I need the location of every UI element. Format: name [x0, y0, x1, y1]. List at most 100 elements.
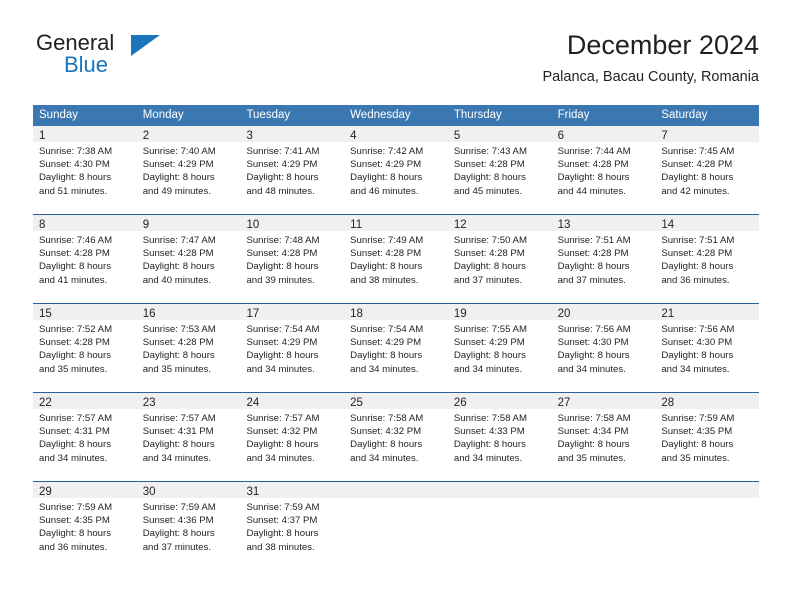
day-cell[interactable]: 26 Sunrise: 7:58 AM Sunset: 4:33 PM Dayligh…: [447, 393, 552, 481]
sunset-text: Sunset: 4:28 PM: [142, 337, 214, 349]
day-cell[interactable]: 22 Sunrise: 7:57 AM Sunset: 4:31 PM Dayligh…: [33, 393, 137, 481]
day-cell[interactable]: 20 Sunrise: 7:56 AM Sunset: 4:30 PM Dayligh…: [551, 304, 656, 392]
day-info: Sunrise: 7:40 AM Sunset: 4:29 PM Daylight:…: [137, 142, 241, 198]
daylight-text-line2: and 34 minutes.: [246, 452, 315, 464]
daylight-text-line2: and 35 minutes.: [661, 452, 730, 464]
day-cell[interactable]: 24 Sunrise: 7:57 AM Sunset: 4:32 PM Dayligh…: [240, 393, 345, 481]
day-number-band: 16: [136, 304, 241, 320]
day-cell[interactable]: 5 Sunrise: 7:43 AM Sunset: 4:28 PM Daylight…: [447, 126, 552, 214]
day-cell[interactable]: 8 Sunrise: 7:46 AM Sunset: 4:28 PM Daylight…: [33, 215, 137, 303]
daylight-text-line1: Daylight: 8 hours: [661, 439, 734, 451]
day-cell[interactable]: 17 Sunrise: 7:54 AM Sunset: 4:29 PM Dayligh…: [240, 304, 345, 392]
sunrise-text: Sunrise: 7:42 AM: [350, 146, 424, 157]
week-row: 1 Sunrise: 7:38 AM Sunset: 4:30 PM Daylight…: [33, 126, 760, 214]
day-info: Sunrise: 7:49 AM Sunset: 4:28 PM Daylight:…: [344, 231, 448, 287]
day-number: 13: [557, 219, 571, 231]
daylight-text-line2: and 40 minutes.: [142, 274, 211, 286]
day-cell[interactable]: 16 Sunrise: 7:53 AM Sunset: 4:28 PM Dayligh…: [136, 304, 241, 392]
day-number: 31: [246, 486, 260, 498]
sunset-text: Sunset: 4:30 PM: [557, 337, 629, 349]
day-cell-empty: [655, 482, 760, 570]
day-number-band: 25: [344, 393, 448, 409]
day-cell[interactable]: 11 Sunrise: 7:49 AM Sunset: 4:28 PM Dayligh…: [344, 215, 448, 303]
day-number: 28: [661, 397, 675, 409]
day-cell[interactable]: 14 Sunrise: 7:51 AM Sunset: 4:28 PM Dayligh…: [655, 215, 760, 303]
day-cell[interactable]: 15 Sunrise: 7:52 AM Sunset: 4:28 PM Dayligh…: [33, 304, 137, 392]
calendar-page: General Blue December 2024 Palanca, Baca…: [0, 0, 792, 612]
sunrise-text: Sunrise: 7:52 AM: [39, 324, 113, 335]
day-cell[interactable]: 3 Sunrise: 7:41 AM Sunset: 4:29 PM Daylight…: [240, 126, 345, 214]
daylight-text-line1: Daylight: 8 hours: [557, 261, 630, 273]
day-cell[interactable]: 12 Sunrise: 7:50 AM Sunset: 4:28 PM Dayligh…: [447, 215, 552, 303]
day-cell[interactable]: 30 Sunrise: 7:59 AM Sunset: 4:36 PM Dayligh…: [136, 482, 241, 570]
day-number: 6: [557, 130, 564, 142]
day-cell[interactable]: 10 Sunrise: 7:48 AM Sunset: 4:28 PM Dayligh…: [240, 215, 345, 303]
sunrise-text: Sunrise: 7:43 AM: [453, 146, 527, 157]
daylight-text-line2: and 35 minutes.: [142, 363, 211, 375]
day-cell[interactable]: 19 Sunrise: 7:55 AM Sunset: 4:29 PM Dayligh…: [447, 304, 552, 392]
sunrise-text: Sunrise: 7:44 AM: [557, 146, 631, 157]
daylight-text-line2: and 34 minutes.: [661, 363, 730, 375]
daylight-text-line1: Daylight: 8 hours: [39, 528, 111, 540]
day-cell[interactable]: 4 Sunrise: 7:42 AM Sunset: 4:29 PM Daylight…: [344, 126, 448, 214]
day-info: Sunrise: 7:38 AM Sunset: 4:30 PM Daylight:…: [33, 142, 137, 198]
brand-logo[interactable]: General Blue: [33, 28, 263, 88]
sunrise-text: Sunrise: 7:41 AM: [246, 146, 320, 157]
day-number: 24: [246, 397, 260, 409]
daylight-text-line1: Daylight: 8 hours: [350, 261, 423, 273]
day-cell[interactable]: 27 Sunrise: 7:58 AM Sunset: 4:34 PM Dayligh…: [551, 393, 656, 481]
daylight-text-line2: and 41 minutes.: [39, 274, 108, 286]
day-cell[interactable]: 25 Sunrise: 7:58 AM Sunset: 4:32 PM Dayligh…: [344, 393, 448, 481]
day-number-band: [655, 482, 760, 498]
day-cell[interactable]: 1 Sunrise: 7:38 AM Sunset: 4:30 PM Daylight…: [33, 126, 137, 214]
day-cell[interactable]: 9 Sunrise: 7:47 AM Sunset: 4:28 PM Daylight…: [136, 215, 241, 303]
day-cell[interactable]: 13 Sunrise: 7:51 AM Sunset: 4:28 PM Dayligh…: [551, 215, 656, 303]
day-number-band: 21: [655, 304, 760, 320]
sunset-text: Sunset: 4:29 PM: [453, 337, 525, 349]
daylight-text-line1: Daylight: 8 hours: [350, 350, 423, 362]
day-info: Sunrise: 7:59 AM Sunset: 4:37 PM Daylight:…: [240, 498, 344, 554]
day-cell[interactable]: 18 Sunrise: 7:54 AM Sunset: 4:29 PM Dayligh…: [344, 304, 448, 392]
day-info: Sunrise: 7:47 AM Sunset: 4:28 PM Daylight:…: [137, 231, 241, 287]
day-number-band: 15: [33, 304, 137, 320]
daylight-text-line2: and 37 minutes.: [557, 274, 626, 286]
daylight-text-line2: and 45 minutes.: [453, 185, 523, 197]
daylight-text-line2: and 37 minutes.: [453, 274, 523, 286]
daylight-text-line2: and 49 minutes.: [142, 185, 211, 197]
day-number: 30: [142, 486, 156, 498]
day-number: 3: [246, 130, 253, 142]
day-cell[interactable]: 29 Sunrise: 7:59 AM Sunset: 4:35 PM Dayligh…: [33, 482, 137, 570]
daylight-text-line1: Daylight: 8 hours: [246, 172, 319, 184]
day-info: Sunrise: 7:58 AM Sunset: 4:34 PM Daylight:…: [552, 409, 656, 465]
sunrise-text: Sunrise: 7:59 AM: [661, 413, 735, 424]
day-cell[interactable]: 21 Sunrise: 7:56 AM Sunset: 4:30 PM Dayligh…: [655, 304, 760, 392]
day-number-band: 18: [344, 304, 448, 320]
day-number-band: 22: [33, 393, 137, 409]
sunset-text: Sunset: 4:28 PM: [39, 337, 110, 349]
day-cell[interactable]: 2 Sunrise: 7:40 AM Sunset: 4:29 PM Daylight…: [136, 126, 241, 214]
sunrise-text: Sunrise: 7:59 AM: [246, 502, 320, 513]
day-cell[interactable]: 7 Sunrise: 7:45 AM Sunset: 4:28 PM Daylight…: [655, 126, 760, 214]
daylight-text-line1: Daylight: 8 hours: [453, 439, 526, 451]
day-info: Sunrise: 7:54 AM Sunset: 4:29 PM Daylight:…: [240, 320, 344, 376]
sunrise-text: Sunrise: 7:55 AM: [453, 324, 527, 335]
sunrise-text: Sunrise: 7:57 AM: [142, 413, 216, 424]
daylight-text-line2: and 34 minutes.: [557, 363, 626, 375]
day-cell[interactable]: 23 Sunrise: 7:57 AM Sunset: 4:31 PM Dayligh…: [136, 393, 241, 481]
day-info: Sunrise: 7:54 AM Sunset: 4:29 PM Daylight:…: [344, 320, 448, 376]
day-info: Sunrise: 7:42 AM Sunset: 4:29 PM Daylight:…: [344, 142, 448, 198]
day-cell[interactable]: 28 Sunrise: 7:59 AM Sunset: 4:35 PM Dayligh…: [655, 393, 760, 481]
day-info: Sunrise: 7:43 AM Sunset: 4:28 PM Daylight:…: [448, 142, 552, 198]
day-cell[interactable]: 31 Sunrise: 7:59 AM Sunset: 4:37 PM Dayligh…: [240, 482, 345, 570]
daylight-text-line2: and 34 minutes.: [453, 363, 523, 375]
daylight-text-line1: Daylight: 8 hours: [453, 172, 526, 184]
day-number-band: 9: [136, 215, 241, 231]
day-cell[interactable]: 6 Sunrise: 7:44 AM Sunset: 4:28 PM Daylight…: [551, 126, 656, 214]
day-number-band: 19: [447, 304, 552, 320]
day-number-band: 6: [551, 126, 656, 142]
daylight-text-line2: and 48 minutes.: [246, 185, 315, 197]
daylight-text-line2: and 42 minutes.: [661, 185, 730, 197]
day-number: 18: [350, 308, 363, 320]
sunrise-text: Sunrise: 7:56 AM: [557, 324, 631, 335]
weekday-header-monday: Monday: [142, 109, 184, 121]
